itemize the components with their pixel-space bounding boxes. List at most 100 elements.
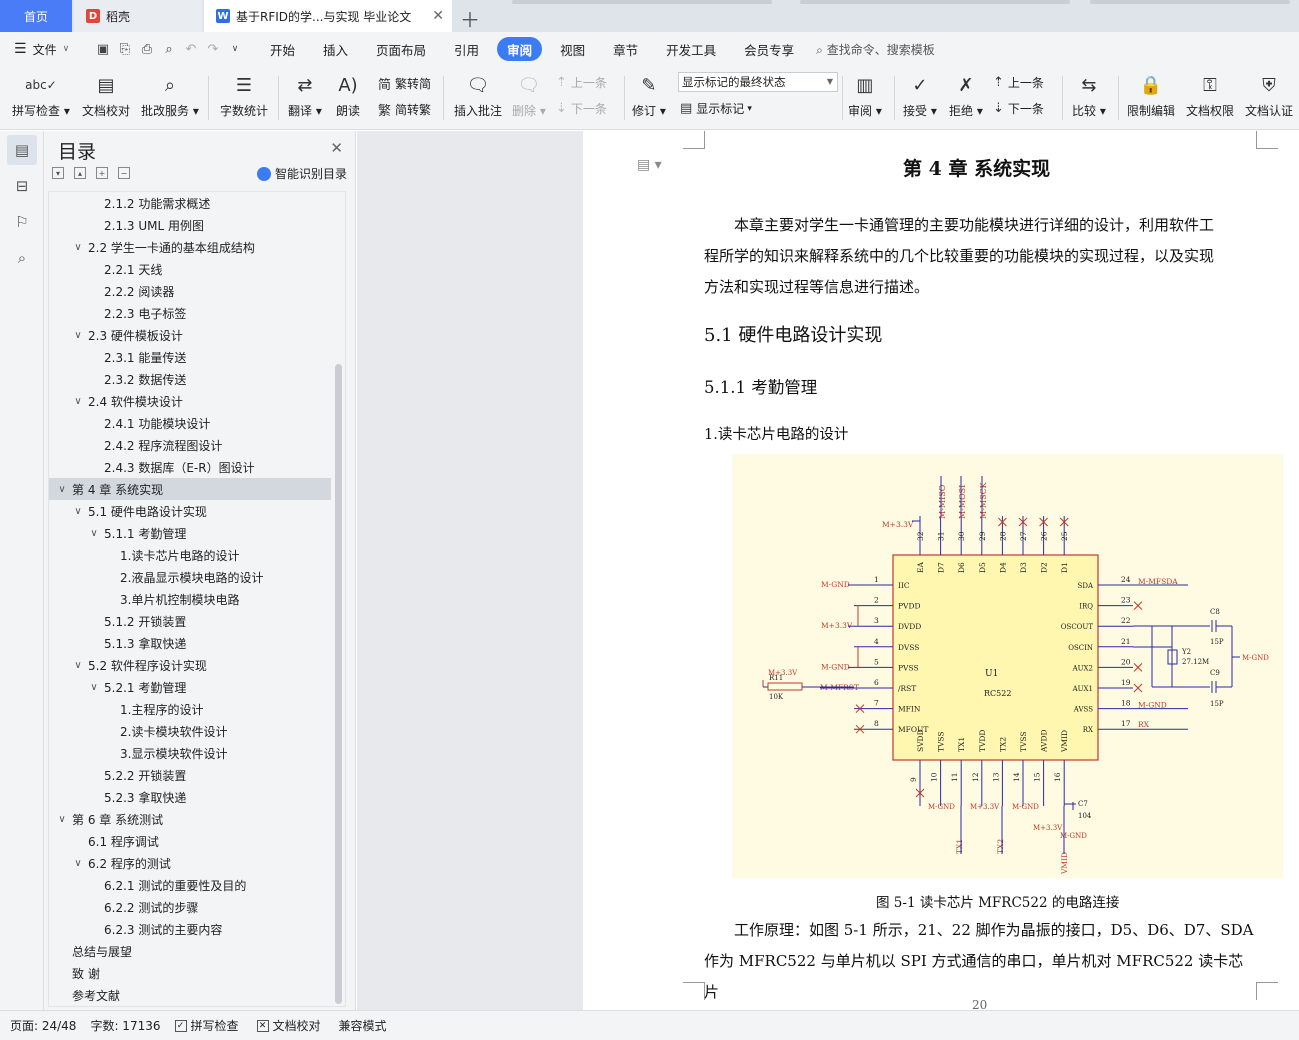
toc-item[interactable]: 1.主程序的设计 [49, 698, 331, 720]
toc-item[interactable]: 2.4.2 程序流程图设计 [49, 434, 331, 456]
toc-item[interactable]: 总结与展望 [49, 940, 331, 962]
toc-scrollbar[interactable] [335, 364, 342, 1004]
paragraph-options-icon[interactable]: ▤ ▾ [637, 157, 662, 173]
bookmark-icon[interactable]: ⚐ [7, 207, 37, 237]
toc-item[interactable]: ∨ 2.4 软件模块设计 [49, 390, 331, 412]
markup-state-select[interactable]: 显示标记的最终状态 ▼ [678, 72, 838, 92]
toc-item[interactable]: 2.4.3 数据库（E-R）图设计 [49, 456, 331, 478]
status-spell-check[interactable]: ✓ 拼写检查 [174, 1017, 239, 1034]
simp-to-trad-button[interactable]: 繁 简转繁 [378, 100, 431, 119]
toc-item[interactable]: ∨ 5.1.1 考勤管理 [49, 522, 331, 544]
toc-item[interactable]: 6.2.2 测试的步骤 [49, 896, 331, 918]
toc-item[interactable]: ∨ 6.2 程序的测试 [49, 852, 331, 874]
toc-item[interactable]: 5.2.2 开锁装置 [49, 764, 331, 786]
tab-home[interactable]: 首页 [0, 0, 72, 32]
review-service-button[interactable]: ⌕ 批改服务 ▾ [141, 70, 199, 119]
chevron-down-icon[interactable]: ∨ [71, 506, 85, 517]
toc-item[interactable]: 2.3.1 能量传送 [49, 346, 331, 368]
print-icon[interactable]: ⎙ [136, 38, 158, 60]
toc-item[interactable]: 5.2.3 拿取快递 [49, 786, 331, 808]
new-tab-icon[interactable]: ＋ [460, 4, 480, 33]
menu-insert[interactable]: 插入 [309, 37, 362, 61]
insert-comment-button[interactable]: 🗨 插入批注 [454, 70, 502, 119]
file-menu[interactable]: ☰ 文件 ∨ [0, 41, 92, 58]
undo-icon[interactable]: ↶ [180, 38, 202, 60]
show-markup-button[interactable]: ▤ 显示标记 ▾ [680, 100, 752, 117]
next-change-button[interactable]: ⇣ 下一条 [993, 100, 1044, 117]
accept-button[interactable]: ✓ 接受 ▾ [903, 70, 937, 119]
close-icon[interactable]: ✕ [330, 139, 343, 157]
next-comment-button[interactable]: ⇣ 下一条 [556, 100, 607, 117]
redo-icon[interactable]: ↷ [202, 38, 224, 60]
search-icon[interactable]: ⌕ [7, 243, 37, 273]
read-aloud-button[interactable]: A) 朗读 [333, 70, 363, 119]
chevron-down-icon[interactable]: ∨ [71, 330, 85, 341]
compare-button[interactable]: ⇆ 比较 ▾ [1072, 70, 1106, 119]
toc-item[interactable]: ∨ 5.2 软件程序设计实现 [49, 654, 331, 676]
toc-item[interactable]: ∨ 2.3 硬件模板设计 [49, 324, 331, 346]
chevron-down-icon[interactable]: ∨ [71, 396, 85, 407]
toc-item[interactable]: 5.1.2 开锁装置 [49, 610, 331, 632]
restrict-editing-button[interactable]: 🔒 限制编辑 [1127, 70, 1175, 119]
translate-button[interactable]: ⇄ 翻译 ▾ [288, 70, 322, 119]
export-icon[interactable]: ⎘ [114, 38, 136, 60]
collapse-all-icon[interactable]: ▾ [52, 167, 64, 179]
prev-change-button[interactable]: ⇡ 上一条 [993, 74, 1044, 91]
customize-icon[interactable]: ∨ [224, 38, 246, 60]
toc-item[interactable]: ∨ 5.1 硬件电路设计实现 [49, 500, 331, 522]
toc-item[interactable]: 参考文献 [49, 984, 331, 1006]
menu-member[interactable]: 会员专享 [730, 37, 808, 61]
chapter-nav-icon[interactable]: ⊟ [7, 171, 37, 201]
add-heading-icon[interactable]: + [96, 167, 108, 179]
chevron-down-icon[interactable]: ∨ [71, 660, 85, 671]
toc-item[interactable]: 6.2.1 测试的重要性及目的 [49, 874, 331, 896]
toc-item[interactable]: 2.1.3 UML 用例图 [49, 214, 331, 236]
toc-item[interactable]: 2.2.3 电子标签 [49, 302, 331, 324]
chevron-down-icon[interactable]: ∨ [71, 858, 85, 869]
toc-item[interactable]: ∨ 第 4 章 系统实现 [49, 478, 331, 500]
toc-item[interactable]: 2.读卡模块软件设计 [49, 720, 331, 742]
doc-proofread-button[interactable]: ▤ 文档校对 [82, 70, 130, 119]
menu-sections[interactable]: 章节 [599, 37, 652, 61]
toc-item[interactable]: 6.2.3 测试的主要内容 [49, 918, 331, 940]
toc-item[interactable]: 致 谢 [49, 962, 331, 984]
menu-developer[interactable]: 开发工具 [652, 37, 730, 61]
print-preview-icon[interactable]: ⌕ [158, 38, 180, 60]
word-count-indicator[interactable]: 字数: 17136 [90, 1017, 160, 1034]
toc-item[interactable]: 2.1.2 功能需求概述 [49, 192, 331, 214]
toc-panel-icon[interactable]: ▤ [7, 135, 37, 165]
save-icon[interactable]: ▣ [92, 38, 114, 60]
toc-item[interactable]: 3.单片机控制模块电路 [49, 588, 331, 610]
menu-review[interactable]: 审阅 [497, 37, 543, 61]
chevron-down-icon[interactable]: ∨ [87, 528, 101, 539]
status-doc-check[interactable]: ✕ 文档校对 [256, 1017, 321, 1034]
chevron-down-icon[interactable]: ∨ [71, 242, 85, 253]
toc-item[interactable]: 3.显示模块软件设计 [49, 742, 331, 764]
toc-item[interactable]: ∨ 第 6 章 系统测试 [49, 808, 331, 830]
menu-references[interactable]: 引用 [440, 37, 493, 61]
spell-check-button[interactable]: abc✓ 拼写检查 ▾ [12, 70, 70, 119]
toc-item[interactable]: 1.读卡芯片电路的设计 [49, 544, 331, 566]
chevron-down-icon[interactable]: ∨ [55, 814, 69, 825]
toc-item[interactable]: 5.1.3 拿取快递 [49, 632, 331, 654]
remove-heading-icon[interactable]: − [118, 167, 130, 179]
smart-toc-button[interactable]: 智能识别目录 [256, 165, 347, 182]
doc-certify-button[interactable]: ⛨ 文档认证 [1245, 70, 1293, 119]
delete-comment-button[interactable]: 🗨 删除 ▾ [512, 70, 546, 119]
word-count-button[interactable]: ☰ 字数统计 [220, 70, 268, 119]
reject-button[interactable]: ✗ 拒绝 ▾ [949, 70, 983, 119]
trad-to-simp-button[interactable]: 简 繁转简 [378, 74, 431, 93]
toc-item[interactable]: ∨ 5.2.1 考勤管理 [49, 676, 331, 698]
chevron-down-icon[interactable]: ∨ [87, 682, 101, 693]
prev-comment-button[interactable]: ⇡ 上一条 [556, 74, 607, 91]
review-pane-button[interactable]: ▥ 审阅 ▾ [848, 70, 882, 119]
track-changes-button[interactable]: ✎ 修订 ▾ [632, 70, 666, 119]
toc-item[interactable]: 2.4.1 功能模块设计 [49, 412, 331, 434]
toc-item[interactable]: 6.1 程序调试 [49, 830, 331, 852]
toc-item[interactable]: 2.3.2 数据传送 [49, 368, 331, 390]
toc-item[interactable]: 2.液晶显示模块电路的设计 [49, 566, 331, 588]
tab-daoke[interactable]: D 稻壳 [74, 0, 202, 32]
close-tab-icon[interactable]: ✕ [432, 8, 444, 24]
chevron-down-icon[interactable]: ∨ [55, 484, 69, 495]
toc-item[interactable]: ∨ 2.2 学生一卡通的基本组成结构 [49, 236, 331, 258]
